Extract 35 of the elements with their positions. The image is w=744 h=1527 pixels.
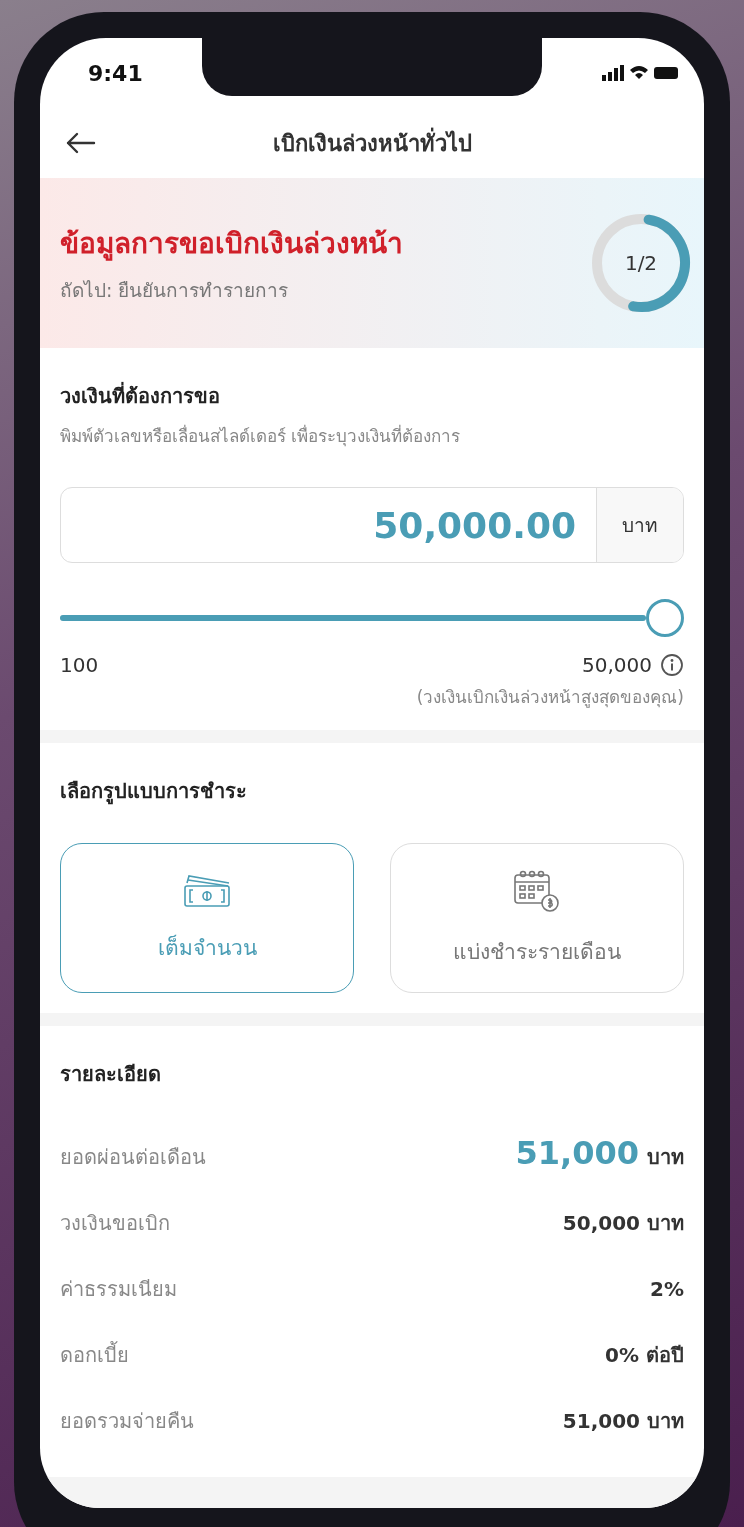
banner-title: ข้อมูลการขอเบิกเงินล่วงหน้า (60, 226, 403, 263)
max-limit-note: (วงเงินเบิกเงินล่วงหน้าสูงสุดของคุณ) (416, 686, 684, 710)
detail-value: 2% (650, 1277, 684, 1301)
detail-label: ค่าธรรมเนียม (60, 1276, 178, 1303)
detail-value: 50,000 บาท (562, 1210, 684, 1237)
payment-option[interactable]: แบ่งชำระรายเดือน (390, 843, 684, 993)
currency-unit: บาท (596, 488, 683, 562)
section-title: วงเงินที่ต้องการขอ (60, 381, 221, 410)
status-time: 9:41 (88, 60, 143, 86)
signal-icon (602, 65, 624, 81)
info-icon[interactable] (660, 653, 684, 677)
page-title: เบิกเงินล่วงหน้าทั่วไป (272, 125, 472, 161)
monthly-payment-amount: 51,000 (515, 1134, 639, 1172)
payment-option[interactable]: เต็มจำนวน (60, 843, 354, 993)
banner-subtitle: ถัดไป: ยืนยันการทำรายการ (60, 278, 290, 303)
calendar-coin-icon (513, 868, 561, 913)
detail-label: ยอดรวมจ่ายคืน (60, 1408, 195, 1435)
detail-value: 0% ต่อปี (605, 1342, 684, 1369)
slider-min-label: 100 (60, 653, 100, 677)
banknote-icon (183, 872, 231, 909)
detail-value: 51,000 บาท (562, 1408, 684, 1435)
detail-label: วงเงินขอเบิก (60, 1210, 171, 1237)
step-counter: 1/2 (624, 251, 658, 275)
slider-max-label: 50,000 (582, 653, 652, 677)
detail-label: ยอดผ่อนต่อเดือน (60, 1144, 207, 1171)
slider-thumb[interactable] (646, 599, 684, 637)
section-title: รายละเอียด (60, 1061, 162, 1088)
amount-hint: พิมพ์ตัวเลขหรือเลื่อนสไลด์เดอร์ เพื่อระบุวงเงินที่ต้องการ (60, 423, 462, 449)
back-arrow-icon[interactable] (64, 131, 96, 155)
detail-label: ดอกเบี้ย (60, 1340, 130, 1369)
amount-input-field[interactable]: 50,000.00 บาท (60, 487, 684, 563)
currency-unit: บาท (647, 1144, 684, 1171)
section-title: เลือกรูปแบบการชำระ (60, 778, 248, 807)
battery-icon (654, 67, 678, 79)
wifi-icon (630, 66, 648, 79)
